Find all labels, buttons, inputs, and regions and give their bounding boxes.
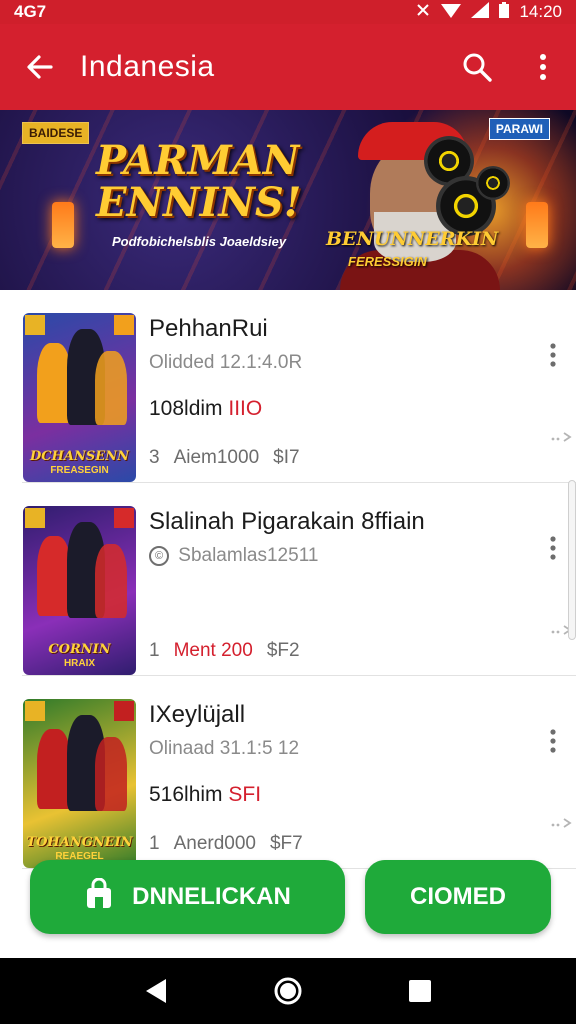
primary-action-label: DNNELICKAN xyxy=(132,883,291,910)
product-meta: © Sbalamlas12511 xyxy=(149,545,318,567)
product-thumbnail[interactable]: TOHANGNEIN REAEGEL xyxy=(23,699,136,868)
thumbnail-title: TOHANGNEIN xyxy=(26,835,133,850)
system-nav-bar xyxy=(0,958,576,1024)
nav-recents-button[interactable] xyxy=(400,971,440,1011)
stat-price: $I7 xyxy=(273,447,300,468)
stat-count: 1 xyxy=(149,833,160,854)
product-meta: Olinaad 31.1:5 12 xyxy=(149,738,300,759)
stat-amount: Ment 200 xyxy=(173,640,253,661)
thumbnail-title: CORNIN xyxy=(48,642,111,657)
nav-recents-icon xyxy=(409,980,431,1002)
scrollbar[interactable] xyxy=(568,480,576,640)
app-bar: Indanesia xyxy=(0,24,576,110)
product-meta: Olidded 12.1:4.0R xyxy=(149,352,303,373)
nav-back-icon xyxy=(146,979,166,1003)
nav-home-icon xyxy=(274,977,302,1005)
clock: 14:20 xyxy=(519,2,562,21)
back-button[interactable] xyxy=(0,24,80,110)
banner-headline: PARMAN ENNINS! xyxy=(96,137,302,226)
list-item[interactable]: TOHANGNEIN REAEGEL IXeylüjall Olinaad 31… xyxy=(22,676,576,869)
item-more-button[interactable] xyxy=(538,531,568,565)
stat-price: $F7 xyxy=(269,833,303,854)
price-value: 108ldim xyxy=(149,397,223,420)
notification-icon xyxy=(415,2,431,23)
banner-subline: Podfobichelsblis Joaeldsiey xyxy=(112,234,287,249)
stat-amount: Aiem1000 xyxy=(173,447,260,468)
chevron-right-icon[interactable] xyxy=(550,816,574,835)
search-icon xyxy=(463,53,492,82)
item-more-button[interactable] xyxy=(538,724,568,758)
promo-banner[interactable]: BAIDESE PARAWI PARMAN ENNINS! Podfobiche… xyxy=(0,110,576,290)
stat-amount: Anerd000 xyxy=(173,833,256,854)
overflow-menu-button[interactable] xyxy=(510,24,576,110)
product-name[interactable]: IXeylüjall xyxy=(149,701,245,729)
action-buttons: DNNELICKAN CIOMED xyxy=(30,860,552,934)
copyright-icon: © xyxy=(149,545,169,566)
stat-count: 1 xyxy=(149,640,160,661)
list-item[interactable]: CORNIN HRAIX Slalinah Pigarakain 8ffiain… xyxy=(22,483,576,676)
price-row: 108ldim IIIO xyxy=(149,397,262,421)
product-thumbnail[interactable]: DCHANSENN FREASEGIN xyxy=(23,313,136,482)
nav-home-button[interactable] xyxy=(268,971,308,1011)
stat-count: 3 xyxy=(149,447,160,468)
item-more-button[interactable] xyxy=(538,338,568,372)
lamp-decoration xyxy=(526,202,548,248)
battery-icon xyxy=(499,1,510,23)
price-value: 516lhim xyxy=(149,783,223,806)
network-indicator: 4G7 xyxy=(14,2,47,21)
primary-action-button[interactable]: DNNELICKAN xyxy=(30,860,345,934)
banner-promo-subtitle: FERESSIGIN xyxy=(348,254,427,269)
product-thumbnail[interactable]: CORNIN HRAIX xyxy=(23,506,136,675)
page-title: Indanesia xyxy=(80,50,215,83)
secondary-action-button[interactable]: CIOMED xyxy=(365,860,551,934)
thumbnail-subtitle: FREASEGIN xyxy=(50,465,109,476)
arrow-left-icon xyxy=(27,55,53,79)
banner-tag: BAIDESE xyxy=(22,122,90,144)
product-name[interactable]: Slalinah Pigarakain 8ffiain xyxy=(149,508,425,536)
product-stats: 1 Ment 200 $F2 xyxy=(149,640,300,662)
search-button[interactable] xyxy=(444,24,510,110)
shopping-bag-icon xyxy=(84,877,114,917)
price-accent: SFI xyxy=(228,783,262,806)
banner-promo-title: BENUNNERKIN xyxy=(326,228,499,250)
product-list: DCHANSENN FREASEGIN PehhanRui Olidded 12… xyxy=(0,290,576,869)
speaker-image xyxy=(476,166,510,200)
wifi-icon xyxy=(441,2,462,23)
thumbnail-title: DCHANSENN xyxy=(30,449,129,464)
product-name[interactable]: PehhanRui xyxy=(149,315,268,343)
more-vert-icon xyxy=(550,536,556,560)
status-bar: 4G7 14:20 xyxy=(0,0,576,24)
more-vert-icon xyxy=(550,729,556,753)
signal-icon xyxy=(471,1,490,23)
stat-price: $F2 xyxy=(266,640,300,661)
lamp-decoration xyxy=(52,202,74,248)
price-accent: IIIO xyxy=(228,397,263,420)
nav-back-button[interactable] xyxy=(136,971,176,1011)
chevron-right-icon[interactable] xyxy=(550,430,574,449)
more-vert-icon xyxy=(550,343,556,367)
price-row: 516lhim SFI xyxy=(149,783,261,807)
product-stats: 1 Anerd000 $F7 xyxy=(149,833,303,855)
product-stats: 3 Aiem1000 $I7 xyxy=(149,447,300,469)
thumbnail-subtitle: HRAIX xyxy=(63,658,96,669)
list-item[interactable]: DCHANSENN FREASEGIN PehhanRui Olidded 12… xyxy=(22,290,576,483)
secondary-action-label: CIOMED xyxy=(410,883,506,910)
more-vert-icon xyxy=(540,54,546,80)
